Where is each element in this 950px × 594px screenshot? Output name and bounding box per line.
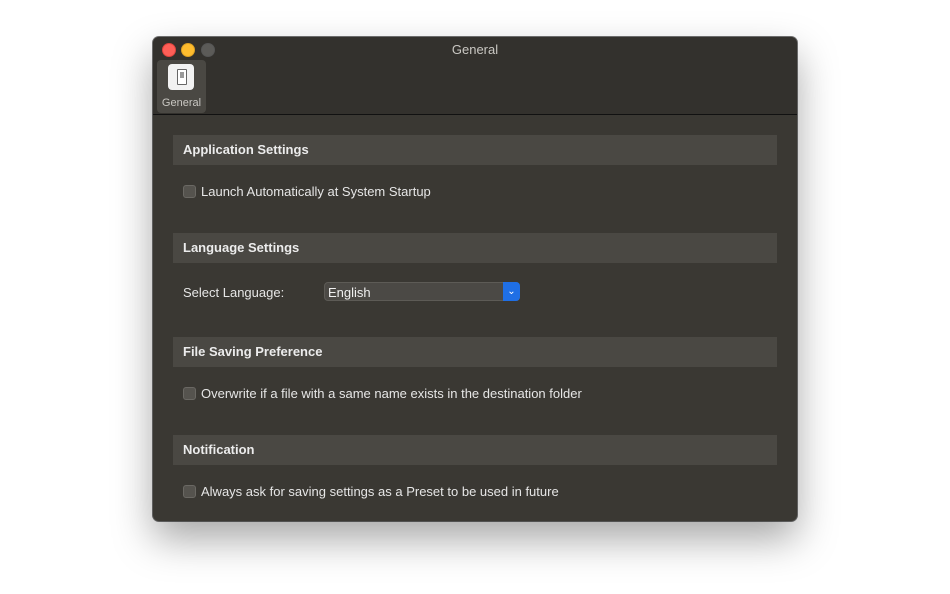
ask-preset-label: Always ask for saving settings as a Pres… [201,483,559,499]
section-header-application: Application Settings [173,135,777,165]
preferences-window: General General Application Settings Lau… [153,37,797,521]
ask-preset-checkbox[interactable] [183,484,196,498]
launch-at-startup-label: Launch Automatically at System Startup [201,183,431,199]
title-bar: General General [153,37,797,115]
language-select[interactable]: English ⌄ [324,282,520,301]
chevron-down-icon[interactable]: ⌄ [503,282,520,301]
ask-preset-option[interactable]: Always ask for saving settings as a Pres… [183,482,559,500]
window-title: General [451,42,499,57]
launch-at-startup-checkbox[interactable] [183,184,196,198]
overwrite-checkbox[interactable] [183,386,196,400]
preferences-content: Application Settings Launch Automaticall… [153,115,797,521]
section-header-notification: Notification [173,435,777,465]
language-select-value: English [328,285,371,300]
tab-general-label: General [161,97,202,109]
general-prefs-icon [168,64,194,90]
select-language-label: Select Language: [183,285,285,300]
launch-at-startup-option[interactable]: Launch Automatically at System Startup [183,182,431,200]
overwrite-label: Overwrite if a file with a same name exi… [201,385,582,401]
section-header-file-saving: File Saving Preference [173,337,777,367]
section-header-language: Language Settings [173,233,777,263]
tab-general[interactable]: General [157,60,206,113]
overwrite-option[interactable]: Overwrite if a file with a same name exi… [183,384,582,402]
